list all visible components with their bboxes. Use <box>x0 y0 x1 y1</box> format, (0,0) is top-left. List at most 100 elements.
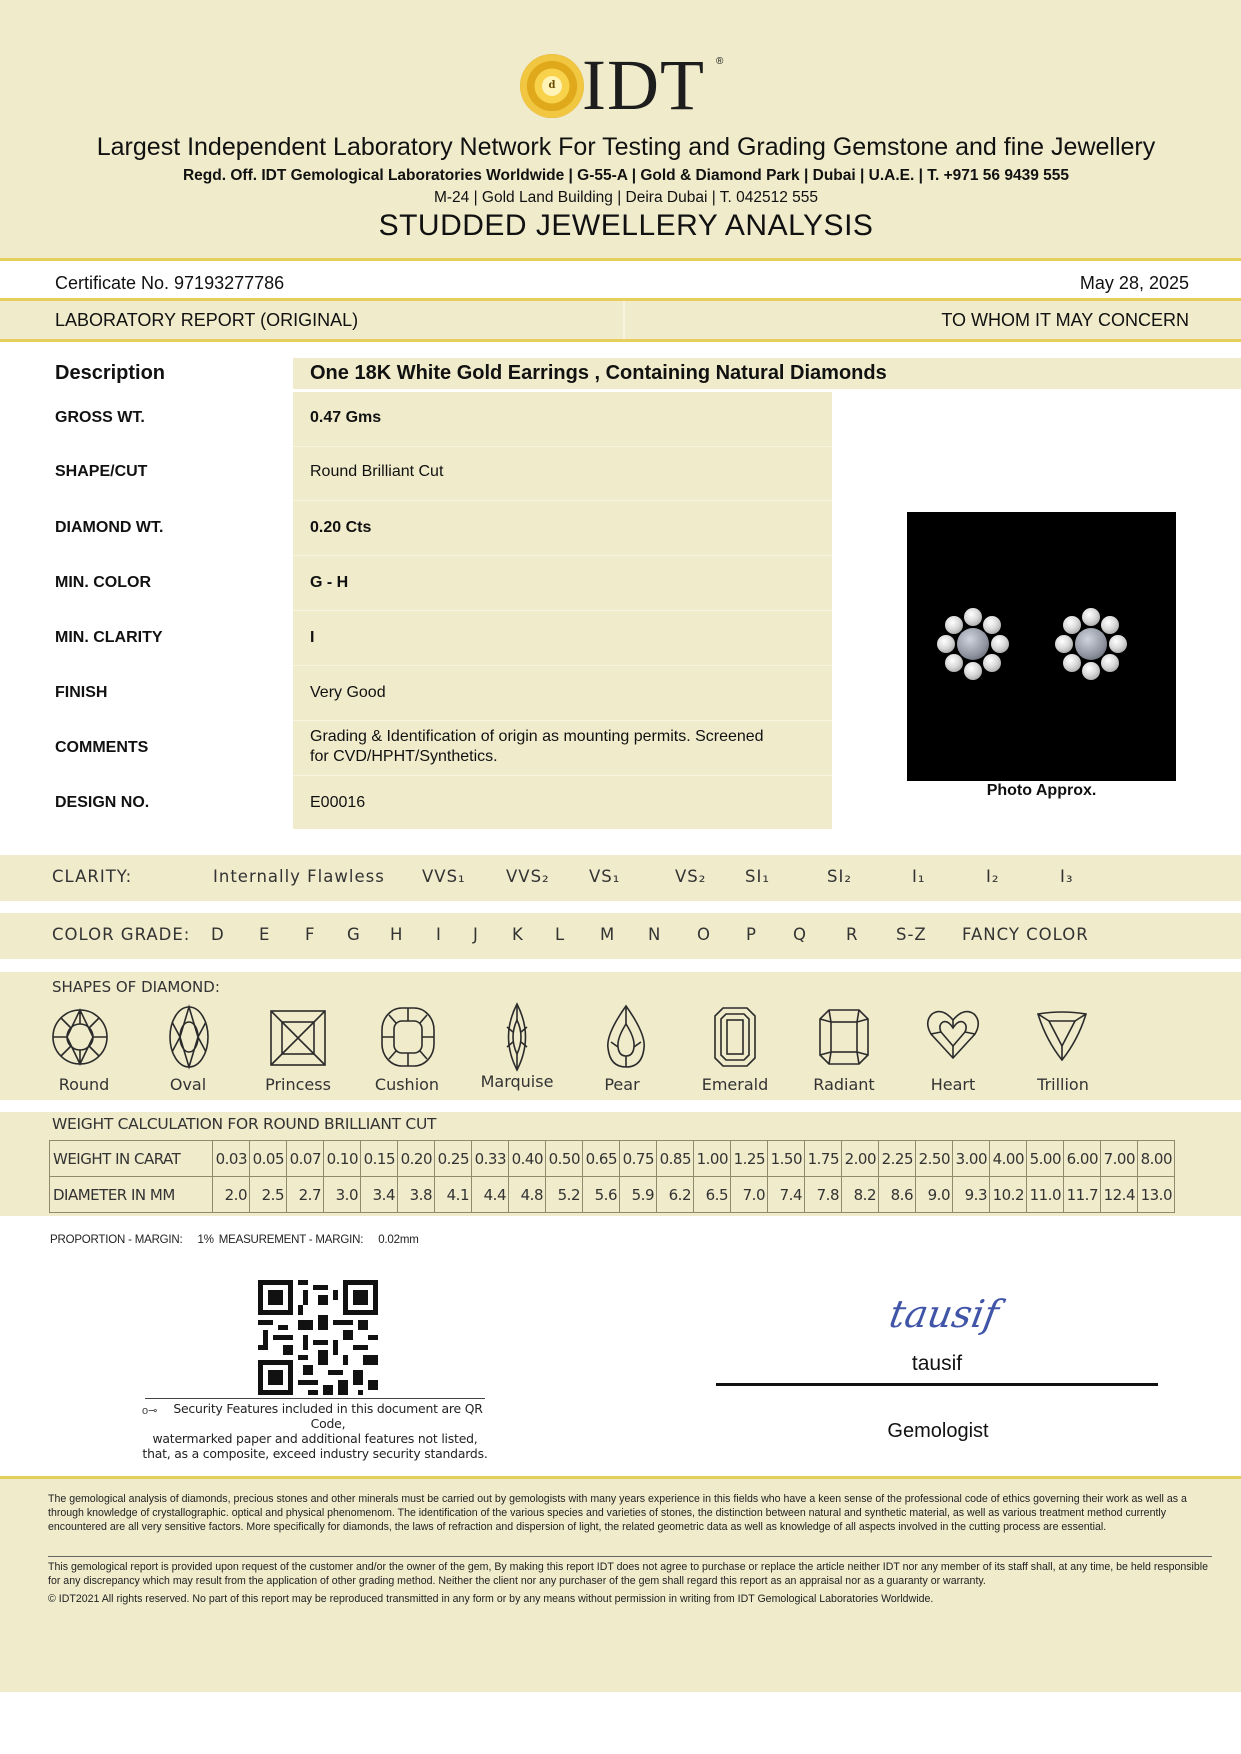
description-value: One 18K White Gold Earrings , Containing… <box>310 362 887 384</box>
min-color-label: MIN. COLOR <box>55 574 151 591</box>
diameter-cell: 5.6 <box>582 1176 620 1213</box>
carat-cell: 0.20 <box>397 1140 435 1177</box>
diameter-cell: 2.0 <box>212 1176 250 1213</box>
divider <box>293 446 832 447</box>
divider <box>48 1556 1212 1557</box>
color-grade: H <box>390 925 404 944</box>
finish-value: Very Good <box>310 684 386 701</box>
proportion-margin-label: PROPORTION - MARGIN: <box>50 1234 183 1246</box>
carat-cell: 0.25 <box>434 1140 472 1177</box>
design-number-label: DESIGN NO. <box>55 794 150 811</box>
marquise-shape-icon <box>506 1002 528 1072</box>
security-line: watermarked paper and additional feature… <box>152 1431 478 1446</box>
clarity-scale-label: CLARITY: <box>52 867 133 886</box>
security-note: Security Features included in this docum… <box>135 1401 495 1461</box>
registered-office: Regd. Off. IDT Gemological Laboratories … <box>182 167 1070 184</box>
color-grade: K <box>512 925 524 944</box>
carat-cell: 4.00 <box>989 1140 1027 1177</box>
disclaimer-paragraph: This gemological report is provided upon… <box>48 1561 1209 1587</box>
measurement-margin-value: 0.02mm <box>378 1234 419 1246</box>
idt-logo: d IDT ® <box>520 45 730 125</box>
jewellery-photo <box>907 512 1176 781</box>
color-grade: S-Z <box>896 925 927 944</box>
color-grade: F <box>305 925 316 944</box>
princess-shape-icon <box>270 1010 326 1066</box>
trillion-shape-icon <box>1036 1011 1088 1062</box>
radiant-shape-icon <box>819 1009 869 1065</box>
comments-value-line2: for CVD/HPHT/Synthetics. <box>310 748 498 765</box>
color-grade: M <box>600 925 616 944</box>
shape-label-heart: Heart <box>930 1075 976 1094</box>
carat-cell: 1.75 <box>804 1140 842 1177</box>
shape-label-radiant: Radiant <box>813 1075 875 1094</box>
color-grade: P <box>746 925 757 944</box>
comments-label: COMMENTS <box>55 739 149 756</box>
diameter-cell: 5.9 <box>619 1176 657 1213</box>
divider <box>0 258 1241 261</box>
divider <box>0 1476 1241 1479</box>
divider <box>0 339 1241 342</box>
signatory-title: Gemologist <box>887 1420 989 1442</box>
carat-cell: 7.00 <box>1100 1140 1138 1177</box>
diameter-cell: 5.2 <box>545 1176 583 1213</box>
shapes-title: SHAPES OF DIAMOND: <box>52 978 220 996</box>
brand-wordmark: IDT <box>582 45 705 125</box>
design-number-value: E00016 <box>310 794 366 811</box>
color-grade: FANCY COLOR <box>962 925 1089 944</box>
earring-image <box>937 608 1009 680</box>
certificate-number: Certificate No. 97193277786 <box>55 273 285 293</box>
disclaimer-paragraph: The gemological analysis of diamonds, pr… <box>48 1493 1187 1533</box>
carat-cell: 5.00 <box>1026 1140 1064 1177</box>
diameter-cell: 11.0 <box>1026 1176 1064 1213</box>
carat-cell: 1.50 <box>767 1140 805 1177</box>
min-color-value: G - H <box>310 574 349 591</box>
diameter-cell: 2.5 <box>249 1176 287 1213</box>
diameter-cell: 8.6 <box>878 1176 916 1213</box>
carat-cell: 0.15 <box>360 1140 398 1177</box>
shape-label-round: Round <box>58 1075 110 1094</box>
color-scale-label: COLOR GRADE: <box>52 925 191 944</box>
cushion-shape-icon <box>381 1007 435 1067</box>
diameter-cell: 2.7 <box>286 1176 324 1213</box>
carat-cell: 0.40 <box>508 1140 546 1177</box>
color-grade: D <box>211 925 225 944</box>
diameter-cell: 8.2 <box>841 1176 879 1213</box>
diameter-cell: 3.8 <box>397 1176 435 1213</box>
color-grade: O <box>697 925 711 944</box>
color-grade: R <box>846 925 859 944</box>
table-row: DIAMETER IN MM 2.0 2.5 2.7 3.0 3.4 3.8 4… <box>49 1176 1175 1213</box>
diameter-cell: 3.0 <box>323 1176 361 1213</box>
clarity-grade: VS₂ <box>675 867 707 886</box>
oval-shape-icon <box>169 1004 209 1070</box>
pear-shape-icon <box>607 1004 645 1068</box>
carat-cell: 6.00 <box>1063 1140 1101 1177</box>
clarity-grade: SI₂ <box>827 867 852 886</box>
signature-line <box>716 1383 1158 1386</box>
gross-weight-value: 0.47 Gms <box>310 409 382 426</box>
color-grade: G <box>347 925 361 944</box>
divider <box>293 775 832 776</box>
diameter-cell: 7.0 <box>730 1176 768 1213</box>
carat-cell: 0.05 <box>249 1140 287 1177</box>
clarity-grade: I₃ <box>1060 867 1074 886</box>
carat-cell: 0.33 <box>471 1140 509 1177</box>
diameter-cell: 11.7 <box>1063 1176 1101 1213</box>
tagline: Largest Independent Laboratory Network F… <box>96 133 1156 161</box>
divider <box>293 665 832 666</box>
divider <box>145 1398 485 1399</box>
photo-caption: Photo Approx. <box>986 782 1097 799</box>
shape-cut-label: SHAPE/CUT <box>55 463 148 480</box>
signatory-name: tausif <box>911 1352 963 1375</box>
divider <box>293 720 832 721</box>
carat-cell: 0.03 <box>212 1140 250 1177</box>
color-grade: I <box>436 925 442 944</box>
carat-cell: 0.07 <box>286 1140 324 1177</box>
shape-label-oval: Oval <box>169 1075 207 1094</box>
description-label: Description <box>55 362 166 384</box>
diameter-cell: 6.2 <box>656 1176 694 1213</box>
carat-cell: 3.00 <box>952 1140 990 1177</box>
carat-cell: 0.75 <box>619 1140 657 1177</box>
diameter-cell: 4.4 <box>471 1176 509 1213</box>
color-grade: Q <box>793 925 807 944</box>
diameter-cell: 7.8 <box>804 1176 842 1213</box>
